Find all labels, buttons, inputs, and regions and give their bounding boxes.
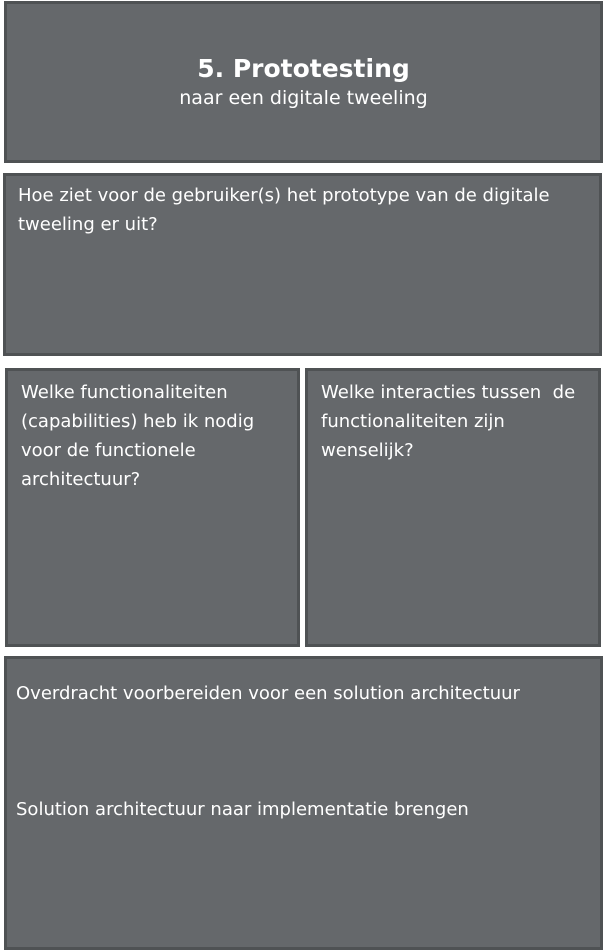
prototype-question-panel: Hoe ziet voor de gebruiker(s) het protot… [3, 173, 602, 356]
page-subtitle: naar een digitale tweeling [179, 87, 428, 109]
handover-line-implement: Solution architectuur naar implementatie… [16, 799, 469, 820]
interactions-question-text: Welke interacties tussen de functionalit… [321, 382, 587, 461]
capabilities-question-text: Welke functionaliteiten (capabilities) h… [21, 382, 255, 490]
header-title-group: 5. Prototesting naar een digitale tweeli… [7, 53, 600, 111]
interactions-panel: Welke interacties tussen de functionalit… [305, 368, 601, 647]
capabilities-panel: Welke functionaliteiten (capabilities) h… [5, 368, 300, 647]
prototype-question-text: Hoe ziet voor de gebruiker(s) het protot… [18, 185, 550, 235]
handover-line-prepare: Overdracht voorbereiden voor een solutio… [16, 683, 520, 704]
page-title: 5. Prototesting [197, 54, 410, 83]
header-panel: 5. Prototesting naar een digitale tweeli… [4, 1, 603, 163]
handover-panel: Overdracht voorbereiden voor een solutio… [4, 656, 603, 950]
